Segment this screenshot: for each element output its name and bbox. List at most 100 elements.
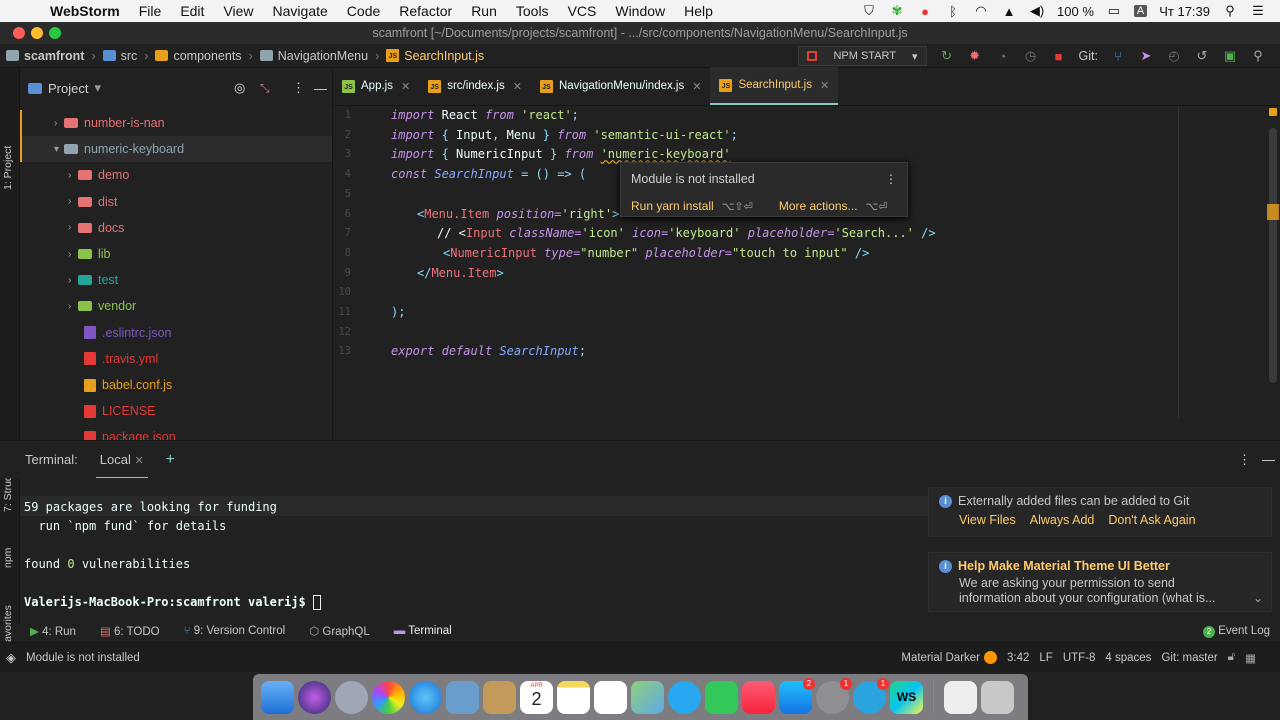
tree-item[interactable]: › docs xyxy=(20,215,332,241)
run-yarn-install-link[interactable]: Run yarn install xyxy=(631,199,714,213)
menu-file[interactable]: File xyxy=(139,3,162,19)
webstorm-icon[interactable]: WS xyxy=(890,680,923,714)
tree-item[interactable]: babel.conf.js xyxy=(20,372,332,398)
tree-item[interactable]: › number-is-nan xyxy=(20,110,332,136)
chevron-right-icon[interactable]: › xyxy=(68,249,78,260)
appstore-icon[interactable]: 2 xyxy=(779,677,815,714)
git-branch[interactable]: Git: master xyxy=(1161,652,1217,664)
terminal-toolwindow-button[interactable]: ▬ Terminal xyxy=(394,625,452,637)
project-view-select[interactable]: Project xyxy=(48,81,88,96)
expand-notification-icon[interactable]: ⌄ xyxy=(1253,591,1263,605)
rollback-icon[interactable]: ↺ xyxy=(1194,48,1210,64)
vcs-update-icon[interactable]: ⑂ xyxy=(1110,49,1126,64)
butterfly-icon[interactable]: ✾ xyxy=(889,3,905,19)
project-toolwindow-tab[interactable]: 1: Project xyxy=(2,146,14,190)
close-window-button[interactable] xyxy=(13,27,25,39)
tree-item[interactable]: › lib xyxy=(20,241,332,267)
layers-icon[interactable]: ◈ xyxy=(6,650,16,666)
theme-label[interactable]: Material Darker xyxy=(901,652,980,664)
breadcrumb-components[interactable]: components xyxy=(155,49,242,63)
hide-panel-icon[interactable]: — xyxy=(1262,452,1275,467)
menu-help[interactable]: Help xyxy=(684,3,713,19)
chevron-right-icon[interactable]: › xyxy=(68,275,78,286)
indent-setting[interactable]: 4 spaces xyxy=(1105,652,1151,664)
status-message[interactable]: Module is not installed xyxy=(26,652,140,664)
more-actions-link[interactable]: More actions... xyxy=(779,199,858,213)
tree-item[interactable]: .eslintrc.json xyxy=(20,320,332,346)
debug-icon[interactable]: ✹ xyxy=(967,48,983,64)
close-tab-icon[interactable]: ✕ xyxy=(820,79,829,92)
editor-scrollbar[interactable] xyxy=(1269,128,1277,383)
wifi-icon[interactable]: ◠ xyxy=(973,3,989,19)
tree-item[interactable]: › dist xyxy=(20,189,332,215)
chevron-down-icon[interactable]: ▾ xyxy=(94,80,101,96)
menu-run[interactable]: Run xyxy=(471,3,497,19)
menu-tools[interactable]: Tools xyxy=(516,3,549,19)
notification-center-icon[interactable]: ☰ xyxy=(1250,3,1266,19)
options-icon[interactable]: ⋮ xyxy=(1238,452,1251,468)
tab-app-js[interactable]: JS App.js ✕ xyxy=(333,67,419,105)
tree-item[interactable]: .travis.yml xyxy=(20,346,332,372)
chevron-right-icon[interactable]: › xyxy=(68,196,78,207)
chevron-down-icon[interactable]: ▾ xyxy=(54,144,64,155)
options-icon[interactable]: ⋮ xyxy=(292,80,305,96)
memory-indicator-icon[interactable]: ▦ xyxy=(1245,651,1256,665)
contacts-icon[interactable] xyxy=(483,680,516,714)
view-files-link[interactable]: View Files xyxy=(959,513,1016,527)
maps-icon[interactable] xyxy=(631,680,664,714)
minimize-window-button[interactable] xyxy=(31,27,43,39)
input-source[interactable]: A xyxy=(1133,5,1148,17)
spotlight-icon[interactable]: ⚲ xyxy=(1222,3,1238,19)
event-log-button[interactable]: 2 Event Log xyxy=(1203,625,1270,638)
menu-app-name[interactable]: WebStorm xyxy=(50,3,120,19)
line-separator[interactable]: LF xyxy=(1039,652,1052,664)
collapse-all-icon[interactable]: ⤡ xyxy=(260,81,270,96)
history-icon[interactable]: ◴ xyxy=(1166,48,1182,64)
hide-panel-icon[interactable]: — xyxy=(314,81,327,96)
volume-icon[interactable]: ◀) xyxy=(1029,3,1045,19)
stop-icon[interactable]: ■ xyxy=(1051,49,1067,64)
npm-toolwindow-tab[interactable]: npm xyxy=(2,548,14,568)
warning-marker[interactable] xyxy=(1267,204,1279,220)
new-terminal-icon[interactable]: + xyxy=(166,451,175,469)
graphql-toolwindow-button[interactable]: ⬡ GraphQL xyxy=(309,624,370,638)
always-add-link[interactable]: Always Add xyxy=(1030,513,1095,527)
tree-item[interactable]: ▾ numeric-keyboard xyxy=(20,136,332,163)
launchpad-icon[interactable] xyxy=(335,680,368,714)
tree-item[interactable]: LICENSE xyxy=(20,398,332,424)
reminders-icon[interactable] xyxy=(594,680,627,714)
chevron-right-icon[interactable]: › xyxy=(68,170,78,181)
clock[interactable]: Чт 17:39 xyxy=(1159,4,1210,19)
tab-navigationmenu-index-js[interactable]: JS NavigationMenu/index.js ✕ xyxy=(531,67,711,105)
telegram-icon[interactable]: 1 xyxy=(853,677,889,714)
run-toolwindow-button[interactable]: ▶ 4: Run xyxy=(30,624,76,638)
menu-navigate[interactable]: Navigate xyxy=(273,3,328,19)
menu-code[interactable]: Code xyxy=(347,3,380,19)
locate-icon[interactable]: ◎ xyxy=(234,80,245,96)
siri-icon[interactable] xyxy=(298,680,331,714)
tab-searchinput-js[interactable]: JS SearchInput.js ✕ xyxy=(710,67,839,105)
code-editor[interactable]: import React from 'react'; import { Inpu… xyxy=(391,106,1221,418)
breadcrumb-navigationmenu[interactable]: NavigationMenu xyxy=(259,49,368,63)
tree-item[interactable]: › demo xyxy=(20,162,332,188)
menu-vcs[interactable]: VCS xyxy=(568,3,597,19)
chevron-right-icon[interactable]: › xyxy=(68,222,78,233)
preview-icon[interactable] xyxy=(446,680,479,714)
close-tab-icon[interactable]: ✕ xyxy=(401,80,410,93)
downloads-icon[interactable] xyxy=(944,680,977,714)
vcs-push-icon[interactable]: ➤ xyxy=(1138,48,1154,64)
music-icon[interactable] xyxy=(742,680,775,714)
terminal-icon[interactable]: ▣ xyxy=(1222,48,1238,64)
menu-view[interactable]: View xyxy=(223,3,253,19)
coverage-icon[interactable]: ◔ xyxy=(995,49,1011,64)
airplay-icon[interactable]: ▲ xyxy=(1001,4,1017,19)
bluetooth-icon[interactable]: ᛒ xyxy=(945,4,961,19)
rerun-icon[interactable]: ↻ xyxy=(939,48,955,64)
battery-icon[interactable]: ▭ xyxy=(1106,3,1122,19)
version-control-toolwindow-button[interactable]: ⑂ 9: Version Control xyxy=(184,625,286,637)
messages-icon[interactable] xyxy=(668,680,701,714)
breadcrumb-file[interactable]: JS SearchInput.js xyxy=(386,49,484,63)
calendar-icon[interactable]: APR 2 xyxy=(520,680,553,714)
caret-position[interactable]: 3:42 xyxy=(1007,652,1029,664)
system-preferences-icon[interactable]: 1 xyxy=(816,677,852,714)
